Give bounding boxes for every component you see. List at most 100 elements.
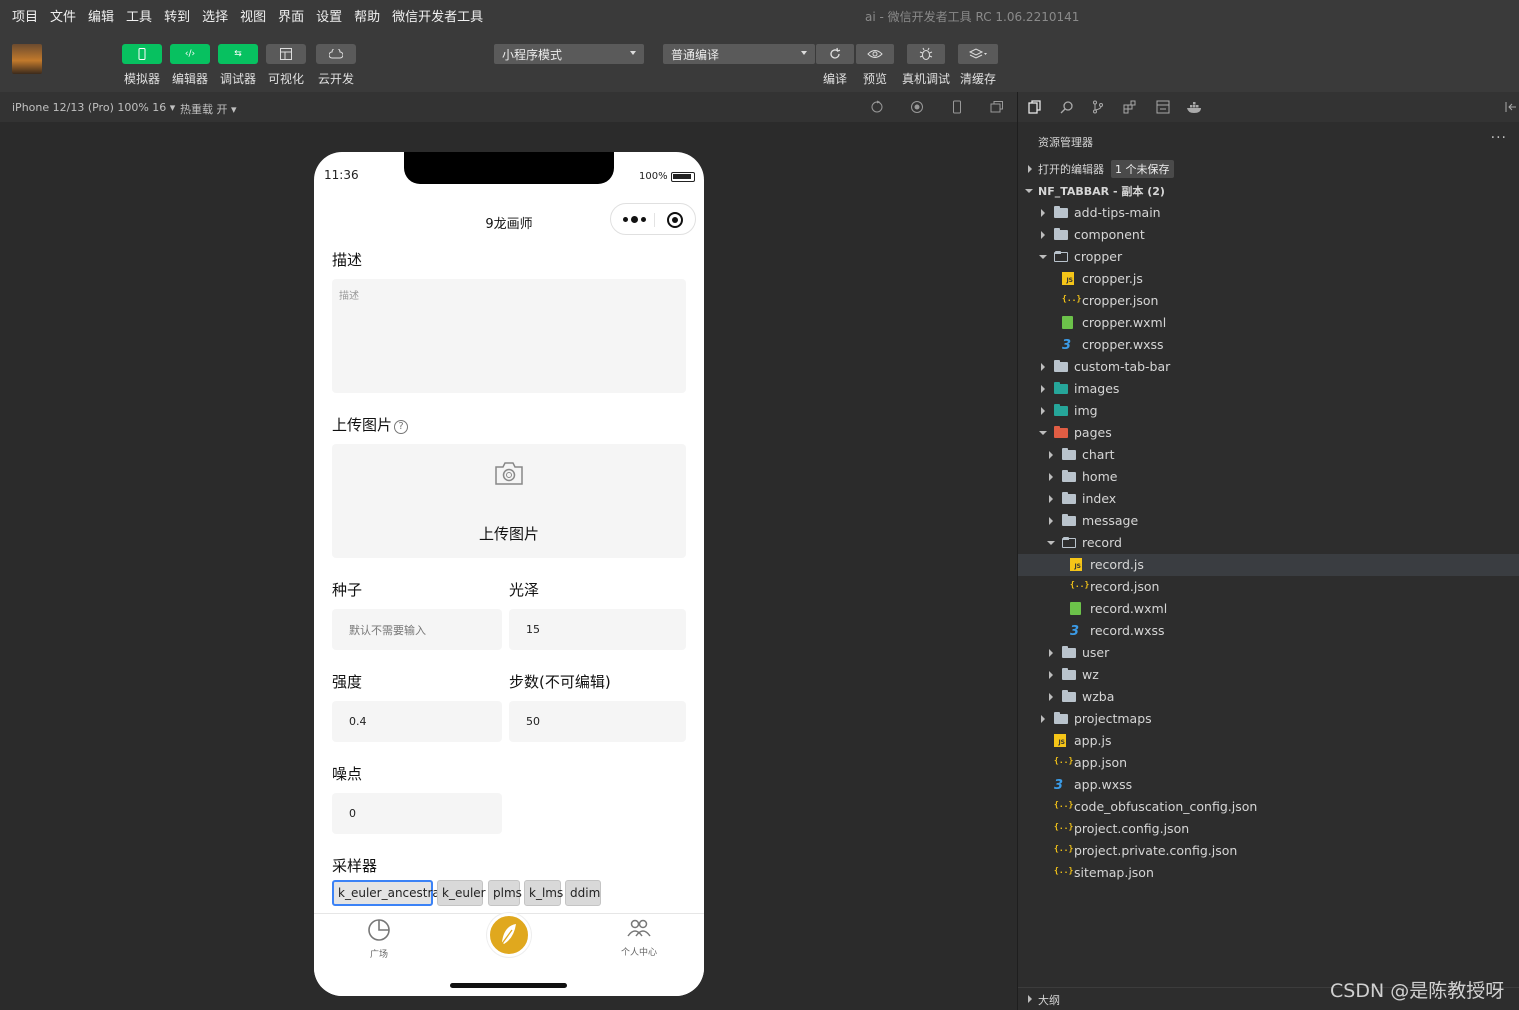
visual-toggle-button[interactable] — [266, 44, 306, 64]
tree-file[interactable]: {..} code_obfuscation_config.json — [1018, 796, 1519, 818]
tree-folder[interactable]: chart — [1018, 444, 1519, 466]
menu-item[interactable]: 帮助 — [354, 6, 380, 25]
device-select[interactable]: iPhone 12/13 (Pro) 100% 16 ▾ — [12, 101, 175, 114]
upload-image-area[interactable]: 上传图片 — [332, 444, 686, 558]
menu-item[interactable]: 界面 — [278, 6, 304, 25]
docker-icon[interactable] — [1186, 100, 1204, 114]
menu-item[interactable]: 工具 — [126, 6, 152, 25]
tree-folder[interactable]: cropper — [1018, 246, 1519, 268]
storage-icon[interactable] — [1156, 100, 1170, 114]
tree-file[interactable]: {..} project.private.config.json — [1018, 840, 1519, 862]
tree-file[interactable]: 3 record.wxss — [1018, 620, 1519, 642]
more-menu-icon[interactable] — [623, 216, 646, 223]
tree-folder[interactable]: pages — [1018, 422, 1519, 444]
preview-button[interactable] — [856, 44, 894, 64]
tree-file[interactable]: JS app.js — [1018, 730, 1519, 752]
detach-window-icon[interactable] — [990, 100, 1004, 114]
files-icon[interactable] — [1028, 100, 1042, 114]
compile-button[interactable] — [816, 44, 854, 64]
tree-folder[interactable]: user — [1018, 642, 1519, 664]
more-actions-icon[interactable]: ··· — [1491, 130, 1507, 146]
tree-file[interactable]: record.wxml — [1018, 598, 1519, 620]
desc-textarea[interactable]: 描述 — [332, 279, 686, 393]
hot-reload-toggle[interactable]: 热重载 开 ▾ — [180, 101, 237, 117]
tree-folder[interactable]: img — [1018, 400, 1519, 422]
tree-item-label: home — [1082, 469, 1118, 484]
compile-mode-select[interactable]: 普通编译 — [663, 44, 815, 64]
remote-debug-button[interactable] — [907, 44, 945, 64]
status-battery-text: 100% — [639, 171, 668, 182]
json-file-icon: {..} — [1054, 800, 1074, 809]
close-miniprogram-icon[interactable] — [667, 212, 683, 228]
noise-input[interactable]: 0 — [332, 793, 502, 834]
mode-select[interactable]: 小程序模式 — [494, 44, 644, 64]
tree-file[interactable]: {..} project.config.json — [1018, 818, 1519, 840]
folder-icon — [1054, 360, 1068, 372]
menu-item[interactable]: 转到 — [164, 6, 190, 25]
rotate-icon[interactable] — [870, 100, 884, 114]
tree-file[interactable]: cropper.wxml — [1018, 312, 1519, 334]
tab-square[interactable]: 广场 — [349, 918, 409, 960]
create-fab-button[interactable] — [487, 913, 531, 957]
tree-folder[interactable]: wzba — [1018, 686, 1519, 708]
project-root[interactable]: NF_TABBAR - 副本 (2) — [1018, 180, 1519, 202]
collapse-panel-icon[interactable] — [1504, 100, 1518, 114]
menu-item[interactable]: 文件 — [50, 6, 76, 25]
tree-file[interactable]: {..} cropper.json — [1018, 290, 1519, 312]
chevron-down-icon — [630, 51, 636, 55]
tree-file[interactable]: {..} app.json — [1018, 752, 1519, 774]
users-icon — [627, 919, 651, 937]
menu-item[interactable]: 视图 — [240, 6, 266, 25]
clear-cache-button[interactable] — [958, 44, 998, 64]
upload-label-text: 上传图片 — [332, 416, 393, 434]
sampler-option-ddim[interactable]: ddim — [565, 880, 601, 906]
gloss-input[interactable]: 15 — [509, 609, 686, 650]
clear-cache-label: 清缓存 — [959, 72, 996, 86]
tree-folder[interactable]: wz — [1018, 664, 1519, 686]
simulator-toggle-button[interactable] — [122, 44, 162, 64]
tree-file[interactable]: JS record.js — [1018, 554, 1519, 576]
search-icon[interactable] — [1060, 100, 1074, 114]
sampler-option-k-euler[interactable]: k_euler — [437, 880, 486, 906]
menu-item[interactable]: 设置 — [316, 6, 342, 25]
strength-input[interactable]: 0.4 — [332, 701, 502, 742]
tree-folder[interactable]: custom-tab-bar — [1018, 356, 1519, 378]
tree-file[interactable]: {..} record.json — [1018, 576, 1519, 598]
sampler-option-plms[interactable]: plms — [488, 880, 522, 906]
user-avatar[interactable] — [12, 44, 42, 74]
tree-folder[interactable]: record — [1018, 532, 1519, 554]
tree-folder[interactable]: images — [1018, 378, 1519, 400]
tree-folder[interactable]: add-tips-main — [1018, 202, 1519, 224]
open-editors-section[interactable]: 打开的编辑器 1 个未保存 — [1018, 158, 1519, 180]
extensions-icon[interactable] — [1123, 100, 1137, 114]
pie-chart-icon — [368, 919, 390, 941]
tree-folder[interactable]: projectmaps — [1018, 708, 1519, 730]
debugger-toggle-button[interactable]: ⇆ — [218, 44, 258, 64]
seed-input[interactable]: 默认不需要输入 — [332, 609, 502, 650]
sampler-option-k-euler-ancestral[interactable]: k_euler_ancestral — [332, 880, 443, 906]
menu-item[interactable]: 编辑 — [88, 6, 114, 25]
menu-item[interactable]: 微信开发者工具 — [392, 6, 483, 25]
tree-folder[interactable]: home — [1018, 466, 1519, 488]
editor-toggle-button[interactable]: ‹/› — [170, 44, 210, 64]
sampler-option-k-lms[interactable]: k_lms — [524, 880, 563, 906]
tree-file[interactable]: 3 app.wxss — [1018, 774, 1519, 796]
tree-item-label: cropper.wxml — [1082, 315, 1167, 330]
camera-icon — [495, 462, 523, 485]
tree-file[interactable]: {..} sitemap.json — [1018, 862, 1519, 884]
tree-item-label: images — [1074, 381, 1120, 396]
help-icon[interactable]: ? — [394, 420, 409, 434]
menu-item[interactable]: 项目 — [12, 6, 38, 25]
tree-file[interactable]: JS cropper.js — [1018, 268, 1519, 290]
tab-profile[interactable]: 个人中心 — [609, 918, 669, 958]
tree-folder[interactable]: index — [1018, 488, 1519, 510]
tree-file[interactable]: 3 cropper.wxss — [1018, 334, 1519, 356]
tree-folder[interactable]: message — [1018, 510, 1519, 532]
phone-frame-icon[interactable] — [950, 100, 964, 114]
menu-item[interactable]: 选择 — [202, 6, 228, 25]
record-icon[interactable] — [910, 100, 924, 114]
tree-folder[interactable]: component — [1018, 224, 1519, 246]
source-control-icon[interactable] — [1091, 100, 1105, 114]
cloud-dev-button[interactable] — [316, 44, 356, 64]
tree-item-label: app.js — [1074, 733, 1112, 748]
